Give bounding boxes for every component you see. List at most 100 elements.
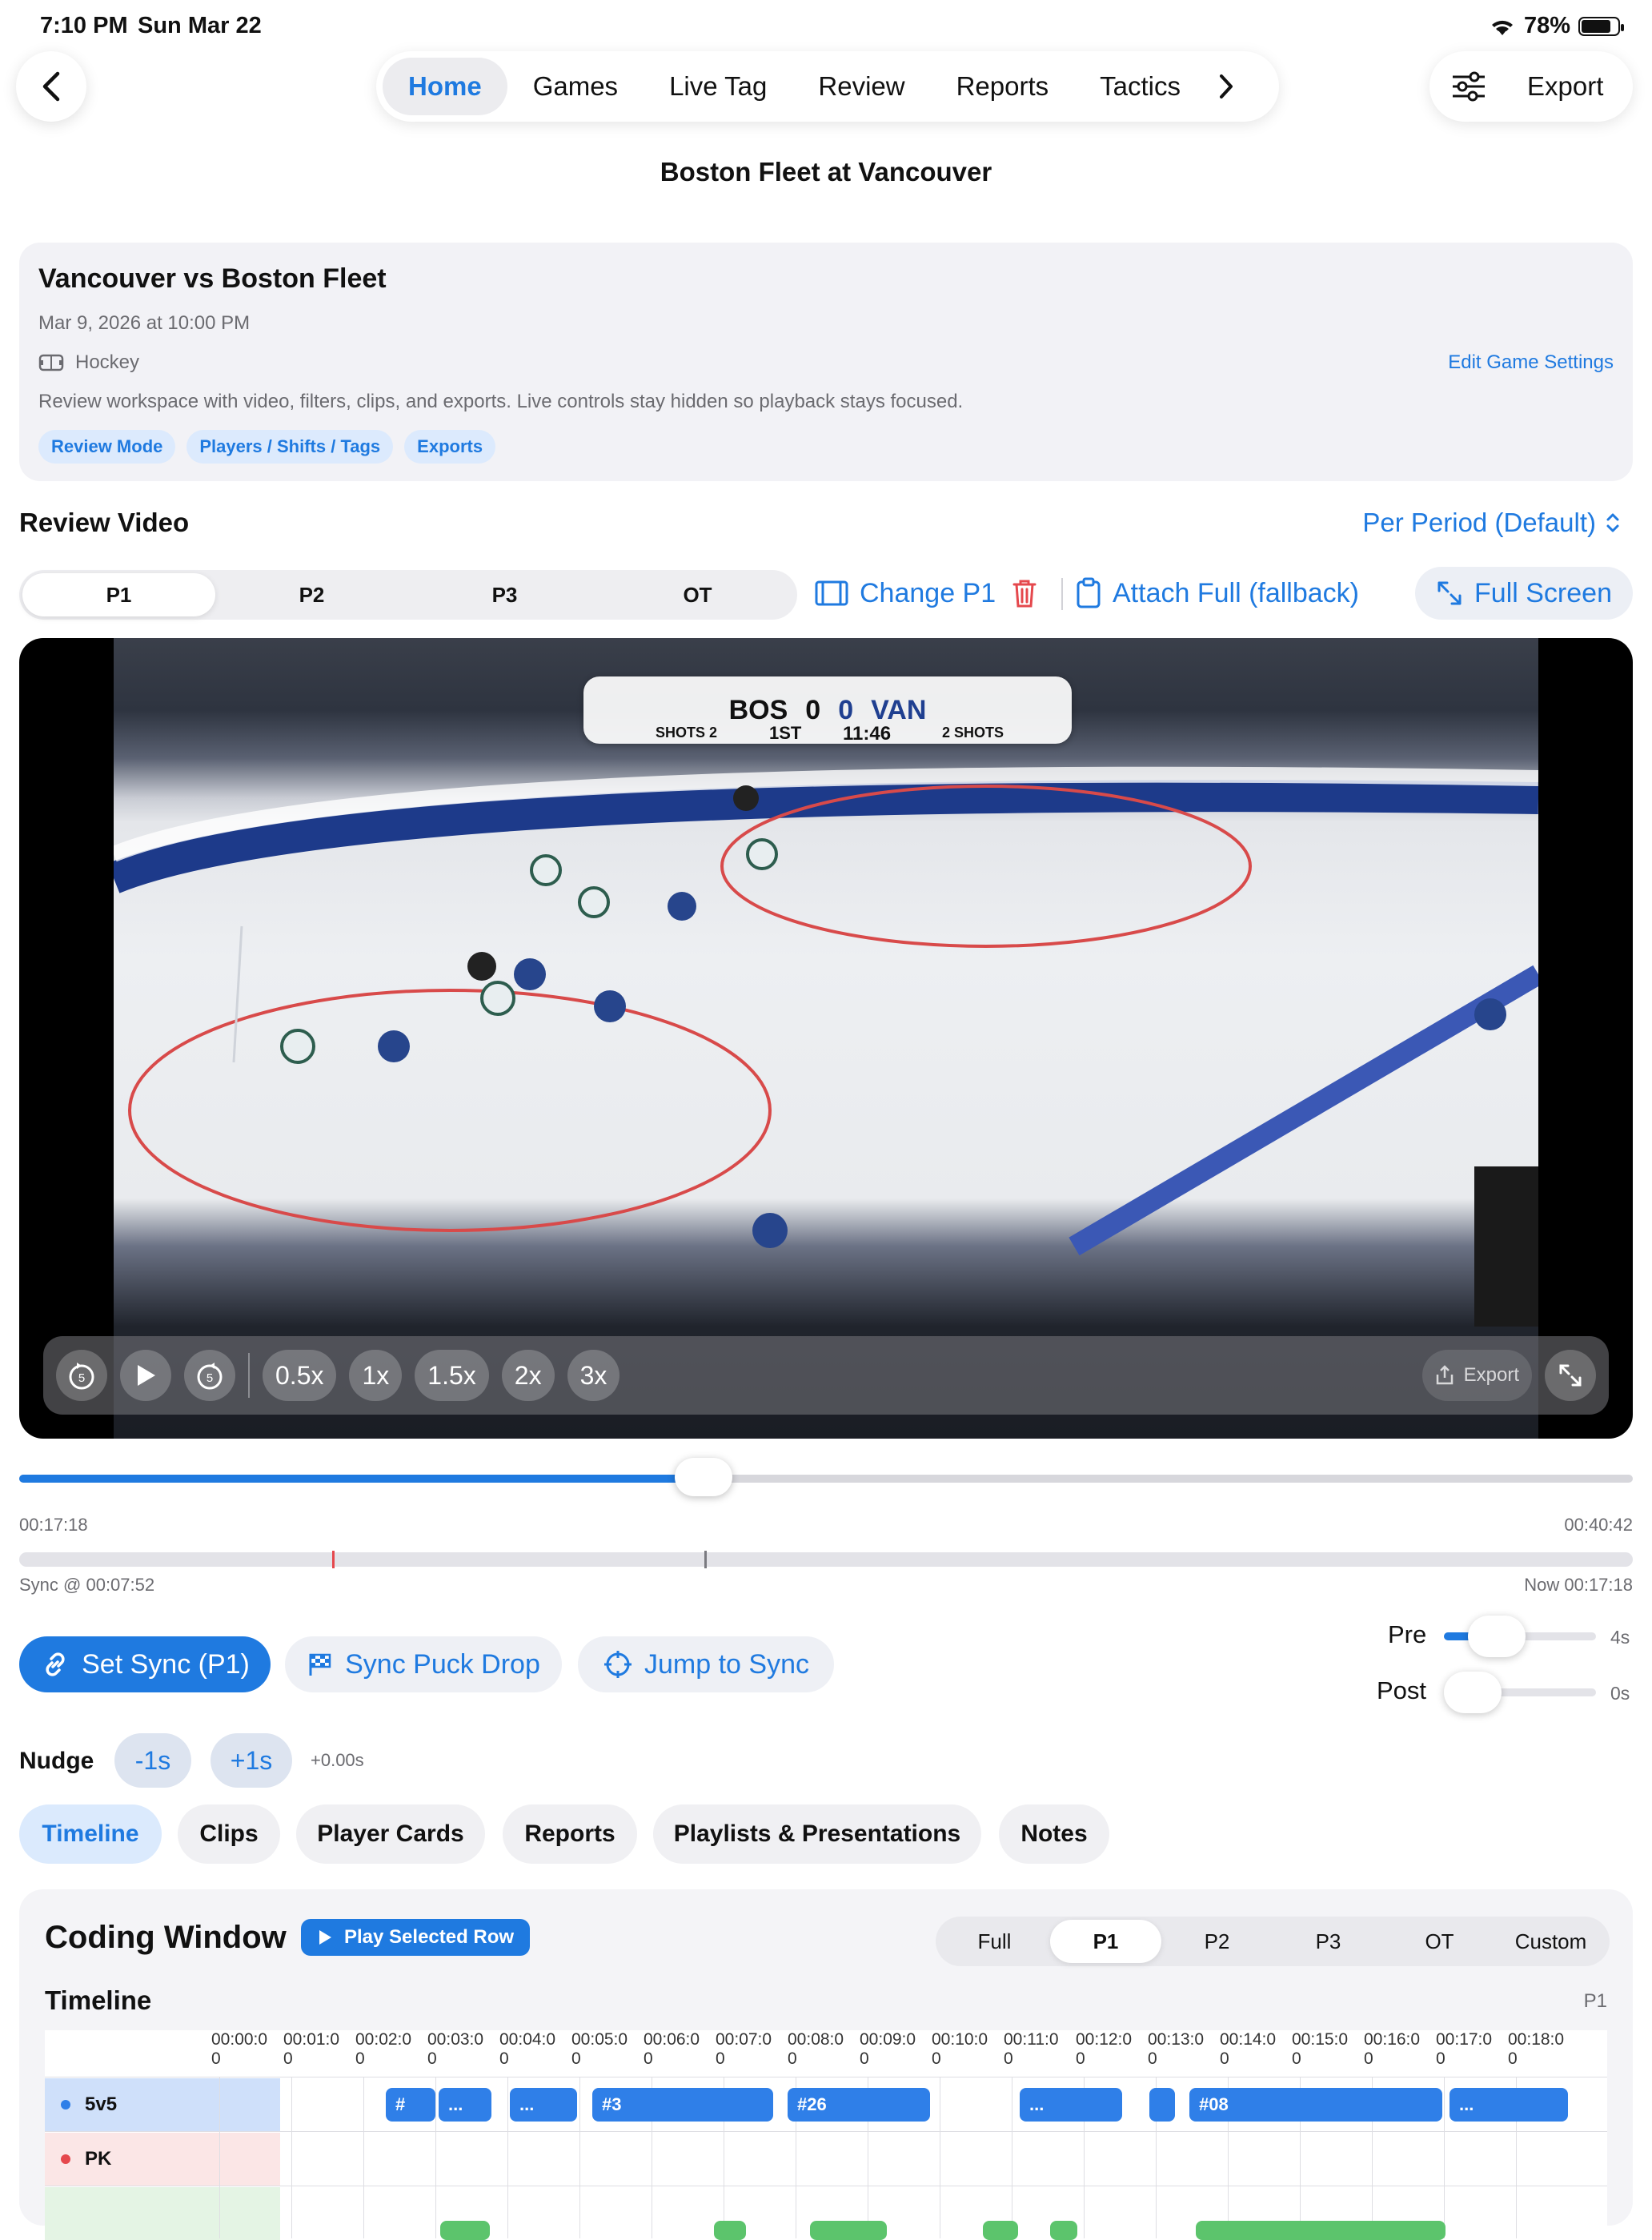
row-label-pk[interactable]: PK (45, 2133, 280, 2186)
timeline-event[interactable]: #26 (788, 2088, 930, 2122)
chip-players-shifts-tags[interactable]: Players / Shifts / Tags (186, 430, 394, 464)
timeline-event[interactable] (1196, 2221, 1446, 2240)
timeline-grid[interactable]: 00:00:0 0 00:01:0 0 00:02:0 0 00:03:0 0 00:04:0 0… (45, 2030, 1607, 2240)
scoreboard: BOS 0 0 VAN SHOTS 2 1ST 11:46 2 SHOTS (583, 676, 1072, 745)
row-label-5v5[interactable]: 5v5 (45, 2078, 280, 2131)
video-export-button[interactable]: Export (1421, 1350, 1532, 1401)
status-bar: 7:10 PM Sun Mar 22 78% (0, 0, 1652, 51)
tick-sub: 0 (788, 2049, 797, 2068)
export-button[interactable]: Export (1527, 71, 1603, 102)
home-score: 0 (838, 694, 854, 725)
timeline-event[interactable] (714, 2221, 746, 2240)
video-frame (107, 638, 1544, 1439)
period-indicator: 1ST (769, 723, 802, 743)
panel-tab-reports[interactable]: Reports (503, 1804, 637, 1864)
current-time: 00:17:18 (19, 1515, 88, 1535)
grid-line (363, 2077, 364, 2238)
timeline-event[interactable]: ... (439, 2088, 491, 2122)
sync-puck-drop-button[interactable]: Sync Puck Drop (285, 1636, 562, 1692)
pre-slider[interactable] (1444, 1616, 1596, 1657)
scrubber-handle[interactable] (674, 1458, 732, 1496)
review-video-title: Review Video (19, 508, 190, 537)
range-full[interactable]: Full (939, 1920, 1050, 1963)
tab-home[interactable]: Home (383, 58, 507, 115)
panel-tab-notes[interactable]: Notes (999, 1804, 1109, 1864)
speed-0-5x[interactable]: 0.5x (263, 1350, 337, 1401)
tab-games[interactable]: Games (507, 58, 644, 115)
timeline-event[interactable]: #08 (1189, 2088, 1442, 2122)
timeline-event[interactable]: #3 (592, 2088, 773, 2122)
range-p2[interactable]: P2 (1161, 1920, 1273, 1963)
timeline-event[interactable]: ... (510, 2088, 577, 2122)
timeline-event[interactable] (810, 2221, 887, 2240)
nudge-plus-button[interactable]: +1s (211, 1733, 292, 1788)
period-ot[interactable]: OT (601, 573, 794, 616)
change-video-button[interactable]: Change P1 (815, 565, 996, 621)
full-screen-button[interactable]: Full Screen (1415, 567, 1633, 620)
period-p2[interactable]: P2 (215, 573, 408, 616)
video-scrubber[interactable] (19, 1458, 1633, 1496)
timeline-tick: 00:14:0 0 (1220, 2030, 1276, 2069)
duration-time: 00:40:42 (1564, 1515, 1633, 1535)
timeline-event[interactable] (1149, 2088, 1175, 2122)
edit-game-settings-link[interactable]: Edit Game Settings (1448, 351, 1614, 374)
controls-divider (248, 1353, 250, 1398)
tick-sub: 0 (1076, 2049, 1085, 2068)
filter-button[interactable] (1450, 70, 1487, 102)
attach-full-button[interactable]: Attach Full (fallback) (1076, 565, 1359, 621)
timeline-event[interactable] (1050, 2221, 1077, 2240)
panel-tab-player-cards[interactable]: Player Cards (296, 1804, 485, 1864)
delete-video-button[interactable] (1012, 565, 1037, 621)
tick-sub: 0 (860, 2049, 869, 2068)
video-player[interactable]: BOS 0 0 VAN SHOTS 2 1ST 11:46 2 SHOTS 5 … (19, 638, 1633, 1439)
timeline-event[interactable] (440, 2221, 490, 2240)
timeline-tick: 00:06:0 0 (644, 2030, 700, 2069)
panel-tab-playlists[interactable]: Playlists & Presentations (653, 1804, 981, 1864)
play-button[interactable] (120, 1350, 171, 1401)
back-button[interactable] (16, 51, 86, 122)
video-mode-select[interactable]: Per Period (Default) (1362, 508, 1620, 538)
post-slider[interactable] (1444, 1672, 1596, 1713)
chip-review-mode[interactable]: Review Mode (38, 430, 176, 464)
video-fullscreen-button[interactable] (1545, 1350, 1596, 1401)
pre-slider-handle[interactable] (1467, 1616, 1526, 1657)
period-p1[interactable]: P1 (22, 573, 215, 616)
range-p1[interactable]: P1 (1050, 1920, 1161, 1963)
tab-review[interactable]: Review (792, 58, 930, 115)
skip-back-button[interactable]: 5 (56, 1350, 107, 1401)
film-icon (815, 580, 848, 606)
speed-1-5x[interactable]: 1.5x (415, 1350, 489, 1401)
nudge-minus-button[interactable]: -1s (114, 1733, 191, 1788)
range-p3[interactable]: P3 (1273, 1920, 1384, 1963)
grid-line (507, 2077, 508, 2238)
period-p3[interactable]: P3 (408, 573, 601, 616)
timeline-event[interactable]: # (386, 2088, 435, 2122)
skip-forward-button[interactable]: 5 (184, 1350, 235, 1401)
post-slider-handle[interactable] (1444, 1672, 1502, 1713)
chip-exports[interactable]: Exports (404, 430, 496, 464)
range-custom[interactable]: Custom (1495, 1920, 1606, 1963)
tab-live-tag[interactable]: Live Tag (644, 58, 792, 115)
range-ot[interactable]: OT (1384, 1920, 1495, 1963)
speed-1x[interactable]: 1x (349, 1350, 403, 1401)
timeline-tick: 00:01:0 0 (283, 2030, 339, 2069)
tick-label: 00:16:0 (1364, 2030, 1421, 2049)
sync-track[interactable] (19, 1551, 1633, 1568)
set-sync-button[interactable]: Set Sync (P1) (19, 1636, 271, 1692)
nav-more-button[interactable] (1206, 58, 1246, 115)
tab-reports[interactable]: Reports (931, 58, 1075, 115)
panel-tab-timeline[interactable]: Timeline (19, 1804, 162, 1864)
row-label-3[interactable] (45, 2187, 280, 2240)
speed-2x[interactable]: 2x (501, 1350, 555, 1401)
play-selected-row-button[interactable]: Play Selected Row (301, 1919, 531, 1956)
timeline-event[interactable]: ... (1450, 2088, 1568, 2122)
now-marker (704, 1551, 707, 1568)
speed-3x[interactable]: 3x (567, 1350, 620, 1401)
timeline-event[interactable] (983, 2221, 1018, 2240)
attach-full-label: Attach Full (fallback) (1113, 577, 1359, 608)
tick-label: 00:01:0 (283, 2030, 340, 2049)
tab-tactics[interactable]: Tactics (1074, 58, 1206, 115)
timeline-event[interactable]: ... (1020, 2088, 1122, 2122)
jump-to-sync-button[interactable]: Jump to Sync (578, 1636, 834, 1692)
panel-tab-clips[interactable]: Clips (178, 1804, 280, 1864)
